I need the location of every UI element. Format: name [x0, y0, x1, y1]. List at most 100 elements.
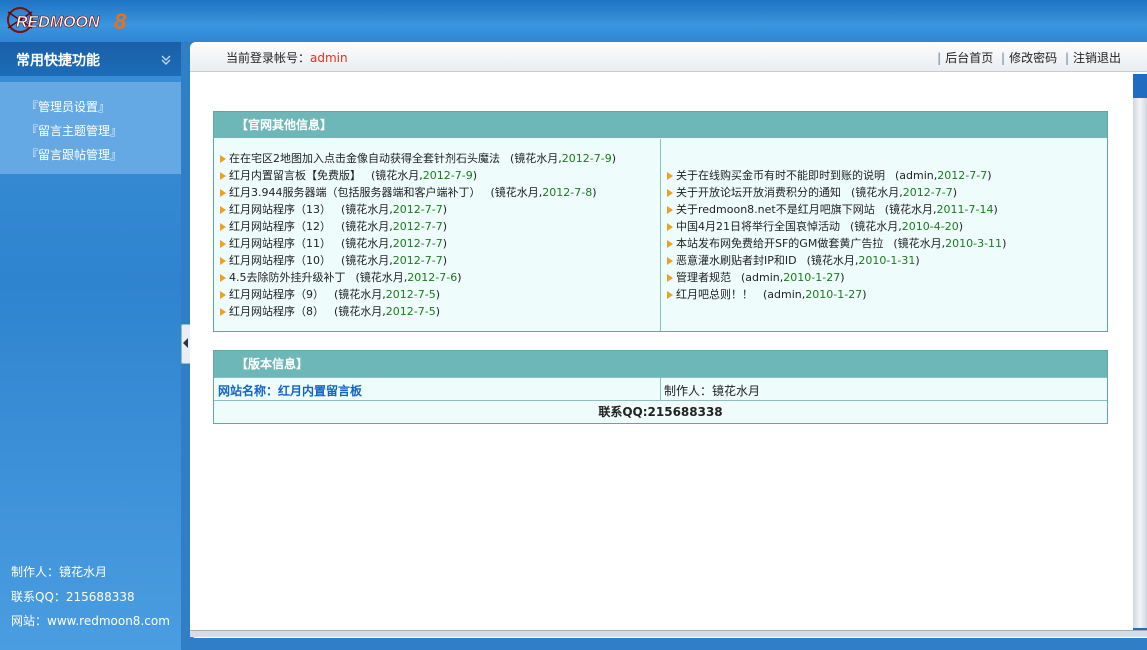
news-item: 红月网站程序（10） (镜花水月,2012-7-7)	[220, 252, 447, 269]
news-title-link[interactable]: 关于redmoon8.net不是红月吧旗下网站	[676, 203, 875, 216]
menu-item-topic-management[interactable]: 『留言主题管理』	[26, 122, 122, 139]
top-links: | 后台首页 | 修改密码 | 注销退出	[933, 49, 1121, 66]
bullet-triangle-icon	[667, 291, 673, 299]
news-date: 2012-7-7	[937, 169, 988, 182]
news-title-link[interactable]: 4.5去除防外挂升级补丁	[229, 271, 346, 284]
news-meta: (镜花水月,2012-7-5)	[334, 305, 441, 318]
bullet-triangle-icon	[220, 274, 226, 282]
redmoon8-logo: REDMOON 8	[7, 7, 127, 34]
news-author: 镜花水月	[375, 169, 420, 182]
news-meta: (镜花水月,2010-3-11)	[893, 237, 1007, 250]
news-title-link[interactable]: 红月内置留言板【免费版】	[229, 169, 361, 182]
news-item: 管理者规范 (admin,2010-1-27)	[667, 269, 845, 286]
news-date: 2012-7-7	[902, 186, 953, 199]
news-title-link[interactable]: 本站发布网免费给开SF的GM做套黄广告拉	[676, 237, 883, 250]
news-title-link[interactable]: 在在宅区2地图加入点击金像自动获得全套针剂石头魔法	[229, 152, 500, 165]
news-item: 关于在线购买金币有时不能即时到账的说明 (admin,2012-7-7)	[667, 167, 992, 184]
news-title-link[interactable]: 中国4月21日将举行全国哀悼活动	[676, 220, 840, 233]
news-title-link[interactable]: 关于在线购买金币有时不能即时到账的说明	[676, 169, 885, 182]
login-username: admin	[310, 51, 348, 65]
bullet-triangle-icon	[220, 308, 226, 316]
news-list-right: 关于在线购买金币有时不能即时到账的说明 (admin,2012-7-7) 关于开放论…	[660, 139, 1108, 331]
news-title-link[interactable]: 管理者规范	[676, 271, 731, 284]
bullet-triangle-icon	[667, 189, 673, 197]
version-row: 网站名称：红月内置留言板 制作人：镜花水月	[214, 377, 1107, 400]
news-date: 2012-7-5	[385, 288, 436, 301]
sidebar-header: 常用快捷功能	[0, 42, 181, 76]
sidebar-title: 常用快捷功能	[16, 53, 100, 69]
news-date: 2010-1-27	[805, 288, 863, 301]
news-meta: (admin,2012-7-7)	[895, 169, 992, 182]
news-author: 镜花水月	[359, 271, 404, 284]
news-meta: (镜花水月,2012-7-9)	[510, 152, 617, 165]
news-date: 2012-7-6	[407, 271, 458, 284]
bullet-triangle-icon	[667, 223, 673, 231]
news-meta: (镜花水月,2011-7-14)	[884, 203, 998, 216]
news-title-link[interactable]: 红月网站程序（8）	[229, 305, 324, 318]
news-meta: (镜花水月,2012-7-9)	[371, 169, 478, 182]
bullet-triangle-icon	[220, 206, 226, 214]
news-title-link[interactable]: 红月3.944服务器端（包括服务器端和客户端补丁）	[229, 186, 481, 199]
news-item: 关于开放论坛开放消费积分的通知 (镜花水月,2012-7-7)	[667, 184, 957, 201]
menu-item-reply-management[interactable]: 『留言跟帖管理』	[26, 146, 122, 163]
separator: |	[937, 51, 942, 65]
news-title-link[interactable]: 恶意灌水刷贴者封IP和ID	[676, 254, 797, 267]
news-item: 恶意灌水刷贴者封IP和ID (镜花水月,2010-1-31)	[667, 252, 920, 269]
menu-panel: 『管理员设置』 『留言主题管理』 『留言跟帖管理』	[0, 82, 181, 174]
divider	[660, 378, 661, 400]
news-meta: (镜花水月,2012-7-7)	[341, 203, 448, 216]
news-title-link[interactable]: 红月吧总则！！	[676, 288, 753, 301]
separator: |	[1064, 51, 1069, 65]
news-meta: (镜花水月,2012-7-6)	[355, 271, 462, 284]
news-title-link[interactable]: 红月网站程序（12）	[229, 220, 331, 233]
news-title-link[interactable]: 红月网站程序（10）	[229, 254, 331, 267]
news-item: 在在宅区2地图加入点击金像自动获得全套针剂石头魔法 (镜花水月,2012-7-9)	[220, 150, 616, 167]
news-title-link[interactable]: 红月网站程序（9）	[229, 288, 324, 301]
bullet-triangle-icon	[220, 223, 226, 231]
scrollbar[interactable]	[1133, 74, 1147, 634]
news-author: admin	[767, 288, 802, 301]
news-date: 2012-7-5	[385, 305, 436, 318]
bullet-triangle-icon	[667, 206, 673, 214]
news-author: 镜花水月	[810, 254, 855, 267]
news-author: 镜花水月	[897, 237, 942, 250]
sidebar-author: 制作人：镜花水月	[11, 565, 108, 579]
news-author: 镜花水月	[338, 305, 383, 318]
site-name-link[interactable]: 网站名称：红月内置留言板	[218, 382, 362, 399]
double-chevron-down-icon[interactable]	[160, 54, 172, 66]
news-meta: (镜花水月,2012-7-7)	[341, 254, 448, 267]
bullet-triangle-icon	[220, 257, 226, 265]
scrollbar-thumb[interactable]	[1133, 98, 1147, 628]
news-author: 镜花水月	[338, 288, 383, 301]
news-date: 2012-7-7	[392, 237, 443, 250]
logout-link[interactable]: 注销退出	[1073, 51, 1121, 65]
bullet-triangle-icon	[667, 172, 673, 180]
login-info: 当前登录帐号：admin	[226, 49, 348, 66]
news-date: 2012-7-7	[392, 220, 443, 233]
news-date: 2011-7-14	[936, 203, 994, 216]
admin-home-link[interactable]: 后台首页	[945, 51, 993, 65]
main-panel-bottom-edge	[190, 630, 1147, 637]
news-item: 4.5去除防外挂升级补丁 (镜花水月,2012-7-6)	[220, 269, 462, 286]
news-title-link[interactable]: 关于开放论坛开放消费积分的通知	[676, 186, 841, 199]
news-meta: (镜花水月,2012-7-5)	[334, 288, 441, 301]
sidebar-qq: 联系QQ：215688338	[11, 590, 135, 604]
login-label: 当前登录帐号：	[226, 51, 311, 65]
news-date: 2010-3-11	[945, 237, 1003, 250]
news-author: 镜花水月	[889, 203, 934, 216]
menu-item-admin-settings[interactable]: 『管理员设置』	[26, 98, 110, 115]
change-password-link[interactable]: 修改密码	[1009, 51, 1057, 65]
news-author: 镜花水月	[345, 203, 390, 216]
news-item: 本站发布网免费给开SF的GM做套黄广告拉 (镜花水月,2010-3-11)	[667, 235, 1006, 252]
news-item: 红月吧总则！！ (admin,2010-1-27)	[667, 286, 867, 303]
bullet-triangle-icon	[220, 189, 226, 197]
info-bar: 当前登录帐号：admin | 后台首页 | 修改密码 | 注销退出	[190, 42, 1147, 72]
arrow-left-icon	[183, 338, 188, 348]
news-title-link[interactable]: 红月网站程序（13）	[229, 203, 331, 216]
news-item: 红月网站程序（8） (镜花水月,2012-7-5)	[220, 303, 440, 320]
news-list-left: 在在宅区2地图加入点击金像自动获得全套针剂石头魔法 (镜花水月,2012-7-9)…	[214, 139, 660, 331]
news-item: 红月网站程序（13） (镜花水月,2012-7-7)	[220, 201, 447, 218]
news-author: 镜花水月	[514, 152, 559, 165]
news-title-link[interactable]: 红月网站程序（11）	[229, 237, 331, 250]
news-date: 2012-7-7	[392, 254, 443, 267]
